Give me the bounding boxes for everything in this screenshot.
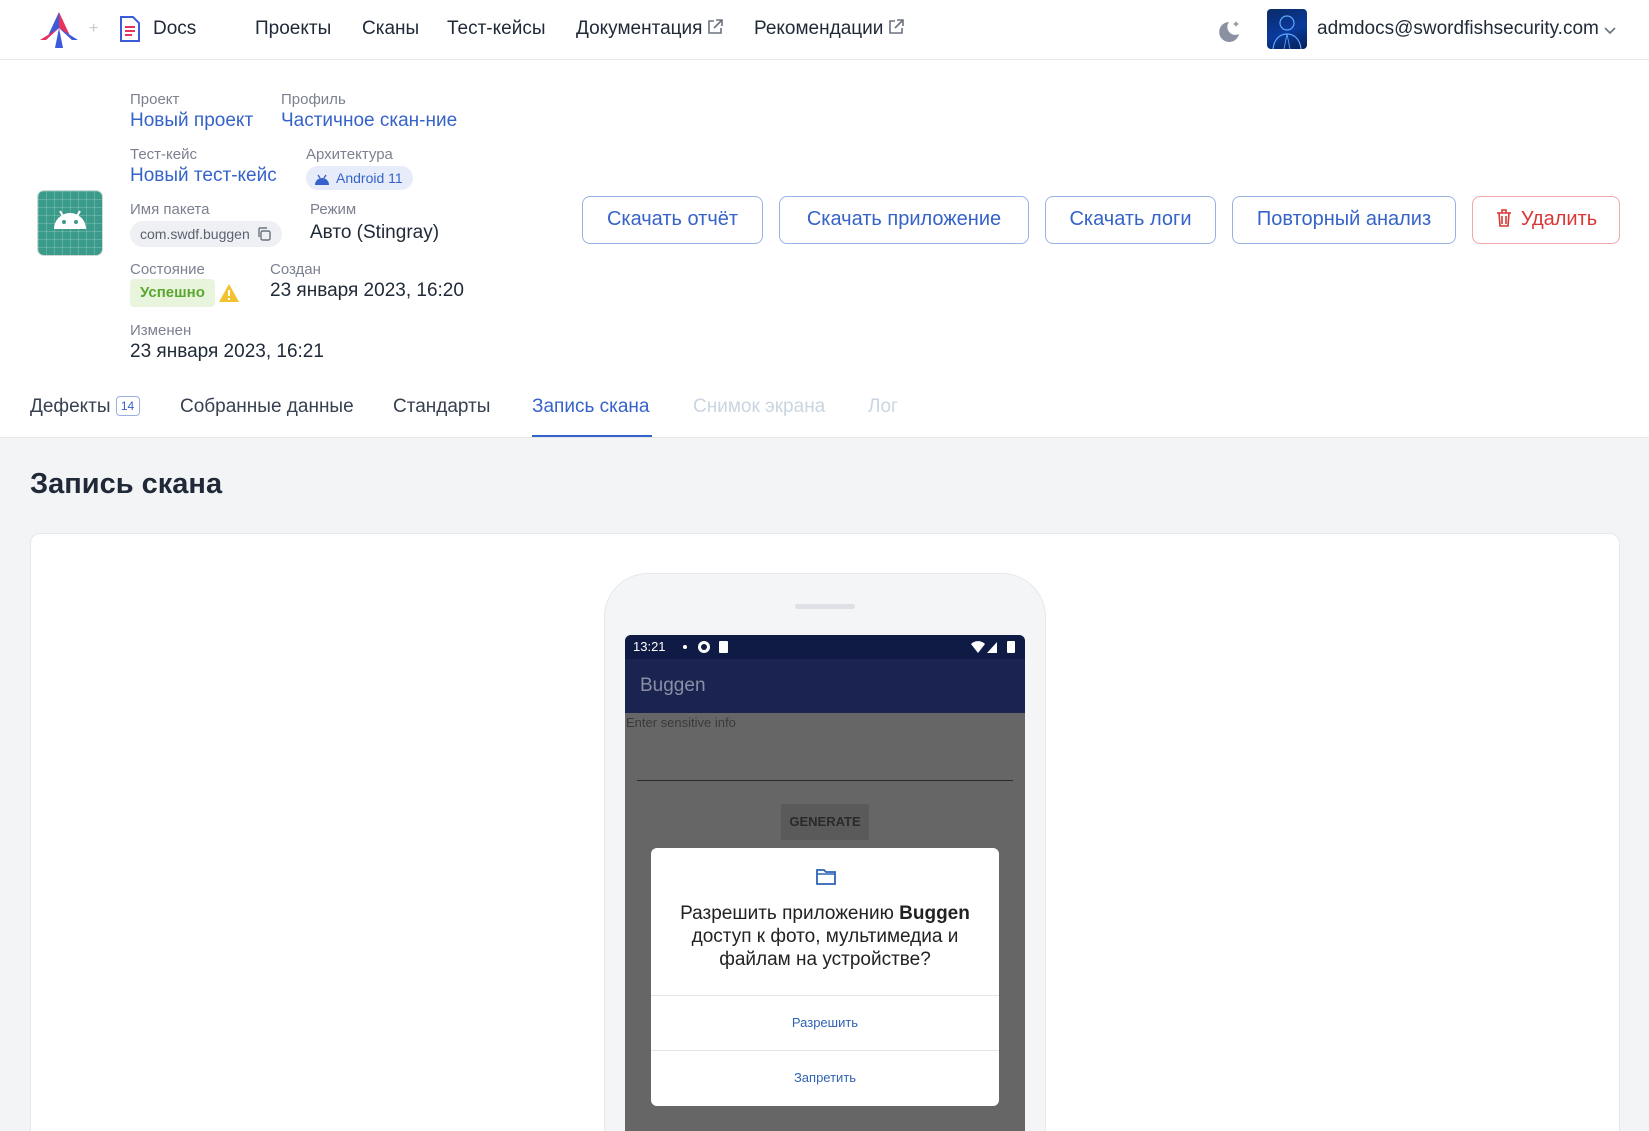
nav-recommendations-label: Рекомендации — [754, 18, 884, 39]
deny-button[interactable]: Запретить — [651, 1051, 999, 1105]
dialog-app-name: Buggen — [899, 903, 970, 924]
profile-label: Профиль — [281, 91, 346, 108]
external-link-icon — [889, 19, 905, 34]
chevron-down-icon[interactable] — [1602, 22, 1618, 38]
user-email[interactable]: admdocs@swordfishsecurity.com — [1317, 18, 1599, 40]
user-avatar[interactable] — [1267, 9, 1307, 49]
nav-projects[interactable]: Проекты — [255, 18, 331, 40]
active-tab-indicator — [532, 435, 652, 437]
phone-speaker — [795, 604, 855, 609]
android-app-title: Buggen — [640, 675, 706, 696]
brand-logo-icon[interactable] — [38, 10, 80, 50]
permission-dialog: Разрешить приложению Buggen доступ к фот… — [651, 848, 999, 1106]
android-icon — [315, 174, 329, 185]
testcase-link[interactable]: Новый тест-кейс — [130, 165, 277, 187]
download-report-button[interactable]: Скачать отчёт — [582, 196, 763, 244]
docs-file-icon[interactable] — [119, 15, 141, 43]
testcase-label: Тест-кейс — [130, 146, 197, 163]
created-label: Создан — [270, 261, 321, 278]
docs-label[interactable]: Docs — [153, 18, 196, 40]
trash-icon — [1496, 209, 1511, 227]
plus-separator: + — [89, 20, 99, 37]
page-title: Запись скана — [30, 468, 223, 500]
nav-documentation-label: Документация — [576, 18, 703, 39]
package-label: Имя пакета — [130, 201, 210, 218]
defects-count-badge: 14 — [115, 396, 140, 416]
top-navigation-bar: + Docs Проекты Сканы Тест-кейсы Документ… — [0, 0, 1649, 60]
project-link[interactable]: Новый проект — [130, 110, 253, 132]
app-icon — [38, 191, 102, 255]
architecture-chip: Android 11 — [306, 166, 413, 190]
modified-label: Изменен — [130, 322, 192, 339]
signal-battery-icons — [971, 641, 1015, 653]
reanalyze-button[interactable]: Повторный анализ — [1232, 196, 1456, 244]
nav-recommendations[interactable]: Рекомендации — [754, 18, 905, 40]
project-label: Проект — [130, 91, 180, 108]
created-value: 23 января 2023, 16:20 — [270, 280, 464, 301]
delete-button[interactable]: Удалить — [1472, 196, 1620, 244]
copy-icon[interactable] — [256, 226, 272, 242]
allow-button[interactable]: Разрешить — [651, 996, 999, 1050]
dialog-text-after: доступ к фото, мультимедиа и файлам на у… — [691, 926, 959, 970]
tab-screenshot: Снимок экрана — [693, 396, 826, 417]
profile-link[interactable]: Частичное скан-ние — [281, 110, 457, 132]
modified-value: 23 января 2023, 16:21 — [130, 341, 324, 362]
tab-collected-data[interactable]: Собранные данные — [180, 396, 354, 418]
external-link-icon — [708, 19, 724, 34]
input-underline — [637, 780, 1013, 781]
android-app-bar: Buggen — [625, 659, 1025, 713]
notification-icons — [683, 641, 728, 653]
dialog-text-before: Разрешить приложению — [680, 903, 900, 924]
package-chip[interactable]: com.swdf.buggen — [130, 221, 282, 247]
permission-dialog-message: Разрешить приложению Buggen доступ к фот… — [665, 902, 985, 971]
tab-defects[interactable]: Дефекты 14 — [30, 396, 140, 418]
sensitive-info-input-hint[interactable]: Enter sensitive info — [626, 715, 736, 730]
mode-label: Режим — [310, 201, 357, 218]
scan-header: Проект Новый проект Профиль Частичное ск… — [0, 60, 1649, 438]
folder-icon — [816, 869, 836, 885]
architecture-label: Архитектура — [306, 146, 393, 163]
status-time: 13:21 — [633, 639, 666, 654]
status-badge: Успешно — [130, 279, 215, 307]
tab-scan-recording[interactable]: Запись скана — [532, 396, 649, 418]
user-silhouette-icon — [1272, 15, 1302, 49]
android-robot-icon — [54, 210, 86, 229]
download-logs-button[interactable]: Скачать логи — [1045, 196, 1216, 244]
generate-button[interactable]: GENERATE — [781, 804, 869, 840]
warning-icon[interactable] — [218, 282, 240, 304]
delete-label: Удалить — [1520, 208, 1598, 230]
theme-toggle-moon-icon[interactable] — [1215, 17, 1243, 45]
package-name: com.swdf.buggen — [140, 226, 250, 242]
tab-log: Лог — [868, 396, 898, 417]
nav-scans[interactable]: Сканы — [362, 18, 419, 40]
architecture-value: Android 11 — [336, 170, 403, 186]
tab-standards[interactable]: Стандарты — [393, 396, 490, 418]
android-status-bar: 13:21 — [625, 635, 1025, 659]
nav-documentation[interactable]: Документация — [576, 18, 724, 40]
tab-defects-label: Дефекты — [30, 396, 111, 417]
download-app-button[interactable]: Скачать приложение — [779, 196, 1029, 244]
device-screen[interactable]: 13:21 Buggen Enter sensitive info GENERA… — [625, 635, 1025, 1131]
status-label: Состояние — [130, 261, 205, 278]
nav-testcases[interactable]: Тест-кейсы — [447, 18, 546, 40]
mode-value: Авто (Stingray) — [310, 222, 440, 243]
